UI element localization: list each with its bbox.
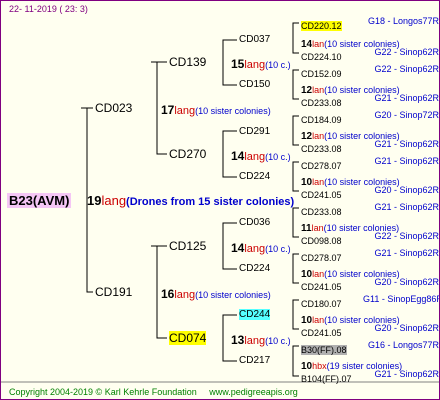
g4-colony-row: CD220.12 G18 - Longos77R xyxy=(301,16,439,34)
g4-colony-row: CD224.10 G22 - Sinop62R xyxy=(301,47,439,65)
g2-count: 15 xyxy=(231,57,245,71)
g4-generation-tag: G21 - Sinop62R xyxy=(374,139,439,149)
g3-node[interactable]: CD244 xyxy=(239,309,271,320)
g1-node-1[interactable]: CD023 xyxy=(95,101,132,115)
g4-colony-name[interactable]: CD241.05 xyxy=(301,328,342,338)
g4-colony-row: CD241.05 G20 - Sinop62R xyxy=(301,185,439,203)
g4-generation-tag: G11 - SinopEgg86R xyxy=(363,294,440,304)
g1-lang: lang xyxy=(174,105,196,117)
g1-count: 17 xyxy=(161,103,175,117)
g4-colony-name[interactable]: CD278.07 xyxy=(301,161,342,171)
root-info: 19lang(Drones from 15 sister colonies) xyxy=(87,192,294,210)
pedigree-panel: 22- 11-2019 ( 23: 3) B23(AVM) 19lang(Dro… xyxy=(0,0,440,400)
g3-node[interactable]: CD037 xyxy=(239,34,270,45)
g4-generation-tag: G16 - Longos77R xyxy=(367,340,439,350)
g3-node[interactable]: CD224 xyxy=(239,171,270,182)
g4-generation-tag: G20 - Sinop62R xyxy=(374,277,439,287)
g3-node[interactable]: CD291 xyxy=(239,126,270,137)
g1-count: 16 xyxy=(161,287,175,301)
g1-lang: lang xyxy=(174,289,196,301)
g1-note: (10 sister colonies) xyxy=(195,106,271,116)
site-link[interactable]: www.pedigreeapis.org xyxy=(209,387,298,397)
g4-colony-name[interactable]: CD224.10 xyxy=(301,52,342,62)
g2-lang: lang xyxy=(244,151,266,163)
g4-colony-name[interactable]: CD233.08 xyxy=(301,98,342,108)
g4-generation-tag: G20 - Sinop72R xyxy=(374,110,439,120)
g4-generation-tag: G21 - Sinop62R xyxy=(374,156,439,166)
g2-note: (10 c.) xyxy=(265,152,291,162)
g2-lang: lang xyxy=(244,59,266,71)
g2-lang: lang xyxy=(244,335,266,347)
g2-count: 14 xyxy=(231,241,245,255)
g4-colony-name[interactable]: B104(FF).07 xyxy=(301,374,352,384)
root-lang: lang xyxy=(101,193,127,208)
g3-node[interactable]: CD217 xyxy=(239,355,270,366)
root-name[interactable]: B23(AVM) xyxy=(7,193,72,208)
g2-info-4: 13lang(10 c.) xyxy=(231,331,291,349)
g4-generation-tag: G20 - Sinop62R xyxy=(374,323,439,333)
footer: Copyright 2004-2019 © Karl Kehrle Founda… xyxy=(9,387,298,397)
g4-colony-name[interactable]: CD233.08 xyxy=(301,144,342,154)
g4-colony-row: CD098.08 G22 - Sinop62R xyxy=(301,231,439,249)
g4-colony-name[interactable]: B30(FF).08 xyxy=(301,345,347,355)
g4-generation-tag: G21 - Sinop62R xyxy=(374,93,439,103)
g2-lang: lang xyxy=(244,243,266,255)
g4-generation-tag: G20 - Sinop62R xyxy=(374,185,439,195)
g3-node[interactable]: CD036 xyxy=(239,217,270,228)
g4-colony-name[interactable]: CD278.07 xyxy=(301,253,342,263)
g1-note: (10 sister colonies) xyxy=(195,290,271,300)
g2-note: (10 c.) xyxy=(265,244,291,254)
g2-count: 14 xyxy=(231,149,245,163)
g3-node[interactable]: CD150 xyxy=(239,79,270,90)
root-node[interactable]: B23(AVM) xyxy=(7,192,72,210)
g4-colony-row: B104(FF).07 G21 - Sinop62R xyxy=(301,369,439,387)
g3-node[interactable]: CD224 xyxy=(239,263,270,274)
g2-node-1[interactable]: CD139 xyxy=(169,55,206,69)
g4-generation-tag: G22 - Sinop62R xyxy=(374,64,439,74)
g4-colony-name[interactable]: CD098.08 xyxy=(301,236,342,246)
g4-colony-row: CD233.08 G21 - Sinop62R xyxy=(301,139,439,157)
g2-note: (10 c.) xyxy=(265,60,291,70)
g4-generation-tag: G21 - Sinop62R xyxy=(374,248,439,258)
g4-colony-row: CD241.05 G20 - Sinop62R xyxy=(301,323,439,341)
g2-node-3[interactable]: CD125 xyxy=(169,239,206,253)
g4-colony-name[interactable]: CD184.09 xyxy=(301,115,342,125)
g4-colony-row: CD241.05 G20 - Sinop62R xyxy=(301,277,439,295)
root-note: (Drones from 15 sister colonies) xyxy=(126,196,295,208)
g2-info-2: 14lang(10 c.) xyxy=(231,147,291,165)
g1-info-1: 17lang(10 sister colonies) xyxy=(161,101,271,119)
g2-count: 13 xyxy=(231,333,245,347)
g2-info-3: 14lang(10 c.) xyxy=(231,239,291,257)
g2-node-2[interactable]: CD270 xyxy=(169,147,206,161)
g4-colony-name[interactable]: CD233.08 xyxy=(301,207,342,217)
g2-node-4[interactable]: CD074 xyxy=(169,331,207,345)
g1-info-2: 16lang(10 sister colonies) xyxy=(161,285,271,303)
g4-colony-name[interactable]: CD220.12 xyxy=(301,21,342,31)
g4-generation-tag: G22 - Sinop62R xyxy=(374,47,439,57)
copyright-text: Copyright 2004-2019 © Karl Kehrle Founda… xyxy=(9,387,197,397)
g4-colony-name[interactable]: CD152.09 xyxy=(301,69,342,79)
root-count: 19 xyxy=(87,193,102,208)
g4-colony-name[interactable]: CD241.05 xyxy=(301,282,342,292)
g2-info-1: 15lang(10 c.) xyxy=(231,55,291,73)
report-date: 22- 11-2019 ( 23: 3) xyxy=(9,4,88,14)
g2-note: (10 c.) xyxy=(265,336,291,346)
g4-generation-tag: G22 - Sinop62R xyxy=(374,231,439,241)
g1-node-2[interactable]: CD191 xyxy=(95,285,132,299)
g4-generation-tag: G18 - Longos77R xyxy=(367,16,439,26)
g4-colony-name[interactable]: CD241.05 xyxy=(301,190,342,200)
g4-generation-tag: G21 - Sinop62R xyxy=(374,202,439,212)
g4-generation-tag: G21 - Sinop62R xyxy=(374,369,439,379)
g4-colony-row: CD233.08 G21 - Sinop62R xyxy=(301,93,439,111)
g4-colony-name[interactable]: CD180.07 xyxy=(301,299,342,309)
